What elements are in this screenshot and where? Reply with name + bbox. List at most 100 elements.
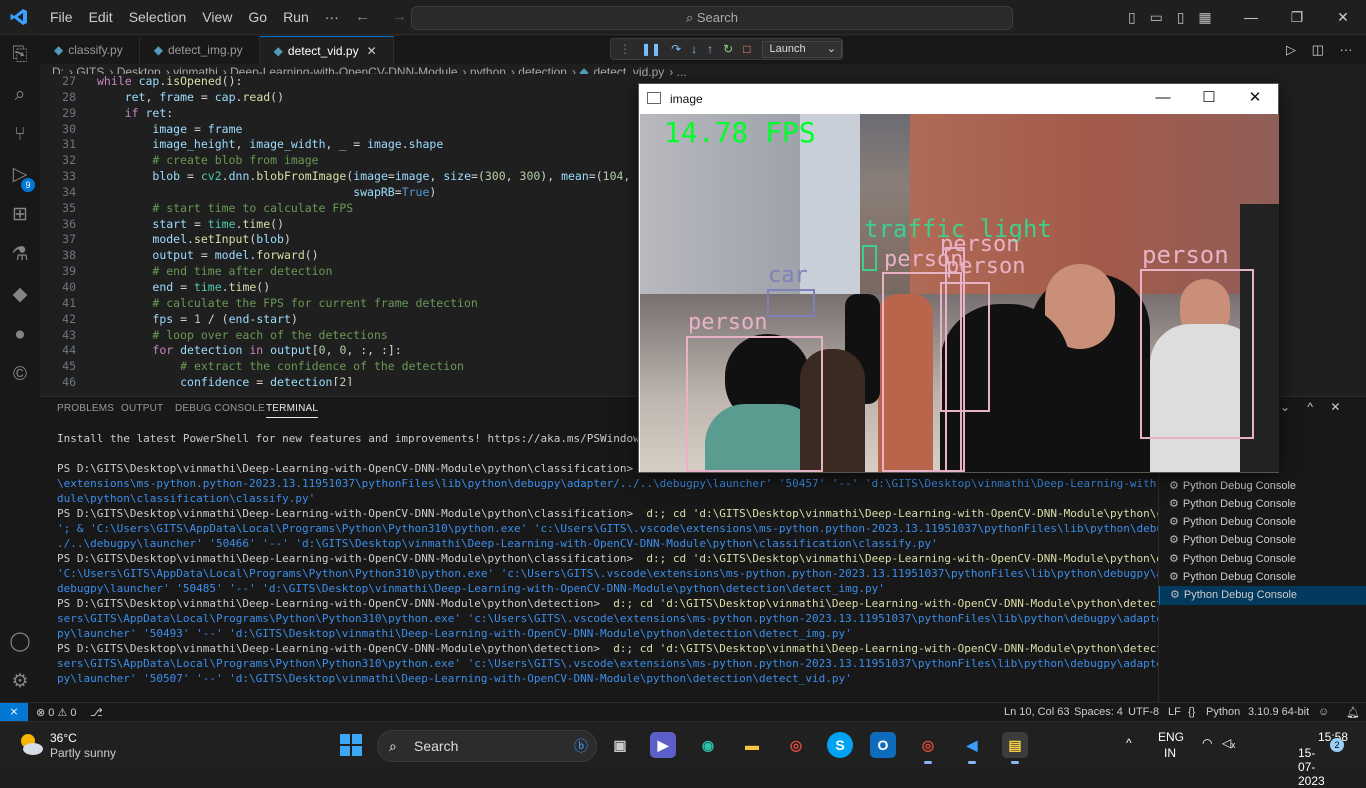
file-explorer-window-icon[interactable]: ▣ [607, 732, 633, 758]
menu-run[interactable]: Run [275, 9, 317, 25]
menu-selection[interactable]: Selection [121, 9, 195, 25]
weather-temperature[interactable]: 36°C [50, 731, 77, 745]
teams-icon[interactable]: ▶ [650, 732, 676, 758]
minimize-button[interactable]: — [1228, 0, 1274, 35]
terminal-list-item[interactable]: ⚙ Python Debug Console [1159, 586, 1366, 605]
explorer-icon[interactable]: ⎘ [0, 35, 40, 75]
breadcrumb-item[interactable]: ... [677, 65, 687, 79]
step-over-icon[interactable]: ↷ [671, 42, 681, 56]
restore-button[interactable]: ❐ [1274, 0, 1320, 35]
remote-indicator-icon[interactable]: ⨯ [0, 703, 28, 722]
terminal-list-item[interactable]: ⚙ Python Debug Console [1159, 495, 1366, 513]
launch-config-select[interactable]: Launch ⌄ [762, 40, 842, 58]
tab-debug-console[interactable]: DEBUG CONSOLE [175, 403, 265, 414]
command-search[interactable]: ⌕ Search [411, 6, 1013, 30]
terminal-list-item[interactable]: ⚙ Python Debug Console [1159, 550, 1366, 568]
wifi-icon[interactable]: ◠ [1202, 736, 1212, 750]
image-minimize-button[interactable]: — [1140, 84, 1186, 112]
toggle-secondary-sidebar-icon[interactable]: ▯ [1177, 9, 1185, 25]
language-mode[interactable]: Python [1206, 706, 1240, 718]
image-window[interactable]: image — ☐ ✕ traffic light person person [638, 83, 1279, 473]
outlook-icon[interactable]: O [870, 732, 896, 758]
eol[interactable]: LF [1168, 706, 1181, 718]
code-editor[interactable]: 27 while cap.isOpened(): 28 ret, frame = c… [40, 74, 638, 386]
tab-problems[interactable]: PROBLEMS [57, 403, 114, 414]
python-icon[interactable]: ◆ [0, 275, 40, 315]
drag-handle-icon[interactable]: ⋮ [619, 42, 631, 56]
encoding[interactable]: UTF-8 [1128, 706, 1159, 718]
tab-detect-vid[interactable]: ◆ detect_vid.py ✕ [259, 36, 394, 64]
terminal-list-item[interactable]: ⚙ Python Debug Console [1159, 531, 1366, 549]
search-view-icon[interactable]: ⌕ [0, 75, 40, 115]
port-icon[interactable]: ⎇ [90, 706, 103, 719]
pause-icon[interactable]: ❚❚ [641, 42, 661, 56]
weather-description[interactable]: Partly sunny [50, 746, 116, 760]
chrome-icon[interactable]: ◎ [783, 732, 809, 758]
file-explorer-icon[interactable]: ▬ [739, 732, 765, 758]
menu-view[interactable]: View [194, 9, 240, 25]
menu-more[interactable]: ··· [317, 9, 347, 25]
close-button[interactable]: ✕ [1320, 0, 1366, 35]
maximize-panel-icon[interactable]: ^ [1307, 400, 1313, 414]
image-close-button[interactable]: ✕ [1232, 84, 1278, 112]
terminal-list-item[interactable]: ⚙ Python Debug Console [1159, 568, 1366, 586]
windows-start-icon[interactable] [340, 734, 362, 756]
toggle-panel-icon[interactable]: ▭ [1150, 9, 1163, 25]
bell-icon[interactable]: 🔔︎ [1346, 706, 1360, 719]
feedback-icon[interactable]: ☺ [1318, 706, 1329, 718]
editor-scrollbar[interactable] [1352, 82, 1366, 394]
tab-detect-img[interactable]: ◆ detect_img.py [140, 36, 260, 64]
step-into-icon[interactable]: ↓ [691, 42, 697, 56]
problems-count[interactable]: ⊗ 0 ⚠ 0 [36, 706, 76, 719]
image-window-titlebar[interactable]: image — ☐ ✕ [639, 84, 1278, 114]
copilot-icon[interactable]: © [0, 355, 40, 395]
python-interpreter[interactable]: 3.10.9 64-bit [1248, 706, 1309, 718]
run-file-icon[interactable]: ▷ [1286, 42, 1296, 57]
skype-icon[interactable]: S [827, 732, 853, 758]
extensions-icon[interactable]: ⊞ [0, 195, 40, 235]
tab-terminal[interactable]: TERMINAL [266, 403, 319, 418]
tab-output[interactable]: OUTPUT [121, 403, 163, 414]
notification-badge[interactable]: 2 [1330, 738, 1344, 752]
clock-date[interactable]: 15-07-2023 [1298, 746, 1325, 788]
terminal-list-item[interactable]: ⚙ Python Debug Console [1159, 477, 1366, 495]
taskbar-search[interactable]: ⌕ Search ⓑ [377, 730, 597, 762]
settings-gear-icon[interactable]: ⚙ [0, 662, 40, 702]
tab-classify[interactable]: ◆ classify.py [40, 36, 140, 64]
customize-layout-icon[interactable]: ▦ [1198, 9, 1211, 25]
show-hidden-icons[interactable]: ^ [1126, 736, 1132, 750]
terminal-list-item[interactable]: ⚙ Python Debug Console [1159, 513, 1366, 531]
language-region[interactable]: IN [1164, 746, 1176, 760]
language-indicator[interactable]: ENG [1158, 730, 1184, 744]
python-taskbar-icon[interactable]: ▤ [1002, 732, 1028, 764]
vscode-taskbar-icon[interactable]: ◀ [959, 732, 985, 764]
restart-icon[interactable]: ↻ [723, 42, 733, 56]
image-maximize-button[interactable]: ☐ [1186, 84, 1232, 112]
cursor-position[interactable]: Ln 10, Col 63 [1004, 706, 1069, 718]
indentation[interactable]: Spaces: 4 [1074, 706, 1123, 718]
forward-arrow-icon[interactable]: → [392, 8, 407, 25]
chevron-down-icon[interactable]: ⌄ [1280, 400, 1290, 414]
weather-icon[interactable] [17, 730, 45, 758]
detection-box-person [1140, 269, 1254, 439]
close-tab-icon[interactable]: ✕ [367, 44, 377, 58]
run-debug-icon[interactable]: ▷ 9 [0, 155, 40, 195]
source-control-icon[interactable]: ⑂ [0, 115, 40, 155]
github-icon[interactable]: ● [0, 315, 40, 355]
code-text: for detection in output[0, 0, :, :]: [152, 343, 402, 358]
split-editor-icon[interactable]: ◫ [1312, 42, 1324, 57]
toggle-primary-sidebar-icon[interactable]: ▯ [1128, 9, 1136, 25]
more-actions-icon[interactable]: ··· [1340, 42, 1353, 57]
stop-icon[interactable]: □ [743, 42, 750, 56]
menu-file[interactable]: File [42, 9, 81, 25]
edge-icon[interactable]: ◉ [695, 732, 721, 758]
menu-edit[interactable]: Edit [81, 9, 121, 25]
menu-go[interactable]: Go [240, 9, 275, 25]
account-icon[interactable]: ◯ [0, 622, 40, 662]
close-panel-icon[interactable]: ✕ [1330, 400, 1340, 414]
back-arrow-icon[interactable]: ← [355, 8, 370, 25]
testing-icon[interactable]: ⚗ [0, 235, 40, 275]
step-out-icon[interactable]: ↑ [707, 42, 713, 56]
chrome-profile-icon[interactable]: ◎ [915, 732, 941, 764]
volume-muted-icon[interactable]: ◁ₓ [1222, 736, 1235, 750]
